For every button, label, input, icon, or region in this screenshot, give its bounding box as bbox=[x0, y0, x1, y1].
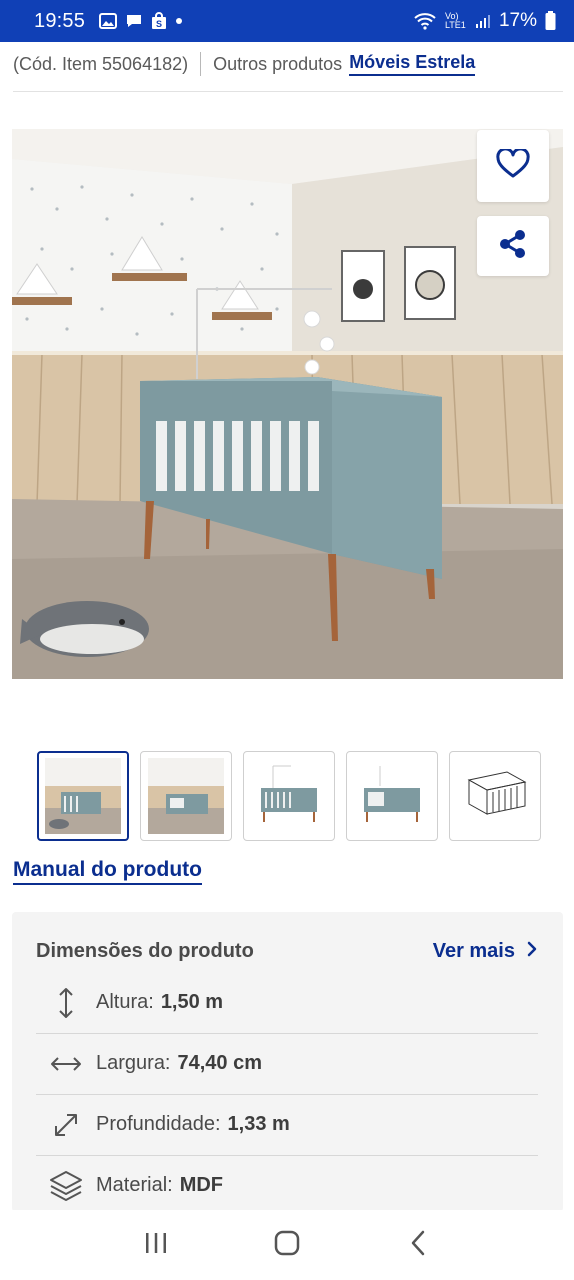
svg-text:S: S bbox=[156, 19, 162, 29]
dimension-row-width: Largura: 74,40 cm bbox=[36, 1033, 538, 1094]
thumbnail-2[interactable] bbox=[140, 751, 232, 841]
home-button[interactable] bbox=[257, 1220, 317, 1270]
recent-apps-icon bbox=[144, 1232, 168, 1259]
dimensions-card: Dimensões do produto Ver mais Altura: 1,… bbox=[12, 912, 563, 1212]
battery-icon bbox=[545, 11, 556, 31]
dimension-label: Profundidade: bbox=[96, 1113, 221, 1135]
divider bbox=[200, 52, 202, 76]
gallery-icon bbox=[99, 13, 118, 29]
see-more-label: Ver mais bbox=[432, 940, 515, 962]
dimension-row-depth: Profundidade: 1,33 m bbox=[36, 1094, 538, 1155]
home-icon bbox=[274, 1230, 300, 1261]
dimension-value: 74,40 cm bbox=[177, 1052, 263, 1074]
dimension-label: Material: bbox=[96, 1174, 173, 1196]
dimensions-title: Dimensões do produto bbox=[36, 940, 254, 962]
share-icon bbox=[498, 229, 528, 264]
product-image[interactable] bbox=[12, 129, 563, 679]
status-bar: 19:55 S Vo) LTE1 17% bbox=[0, 0, 574, 42]
status-right: Vo) LTE1 17% bbox=[413, 10, 556, 32]
dimension-row-material: Material: MDF bbox=[36, 1155, 538, 1216]
status-time: 19:55 bbox=[34, 9, 86, 32]
separator bbox=[13, 91, 563, 92]
battery-percent: 17% bbox=[498, 10, 537, 31]
dimension-row-height: Altura: 1,50 m bbox=[36, 972, 538, 1033]
thumbnail-1[interactable] bbox=[37, 751, 129, 841]
back-button[interactable] bbox=[388, 1220, 448, 1270]
product-manual-link[interactable]: Manual do produto bbox=[13, 858, 202, 885]
dimension-label: Largura: bbox=[96, 1052, 171, 1074]
dimension-value: 1,33 m bbox=[227, 1113, 290, 1135]
back-icon bbox=[410, 1230, 426, 1261]
wifi-icon bbox=[413, 12, 437, 30]
brand-link[interactable]: Móveis Estrela bbox=[349, 52, 476, 76]
see-more-button[interactable]: Ver mais bbox=[433, 940, 537, 963]
dot-icon bbox=[175, 17, 183, 25]
dimension-value: MDF bbox=[179, 1174, 224, 1196]
heart-icon bbox=[496, 146, 530, 184]
diagonal-arrows-icon bbox=[36, 1111, 96, 1139]
notification-icons: S bbox=[99, 12, 183, 30]
other-products-label: Outros produtos bbox=[213, 53, 343, 74]
thumbnail-5[interactable] bbox=[449, 751, 541, 841]
layers-icon bbox=[36, 1169, 96, 1203]
dimension-label: Altura: bbox=[96, 991, 154, 1013]
item-code: (Cód. Item 55064182) bbox=[13, 53, 189, 74]
share-button[interactable] bbox=[477, 216, 549, 276]
favorite-button[interactable] bbox=[477, 130, 549, 202]
horizontal-arrows-icon bbox=[36, 1054, 96, 1074]
thumbnail-strip bbox=[37, 751, 541, 841]
network-label: Vo) LTE1 bbox=[444, 11, 466, 30]
thumbnail-4[interactable] bbox=[346, 751, 438, 841]
recent-apps-button[interactable] bbox=[126, 1220, 186, 1270]
product-meta-row: (Cód. Item 55064182) Outros produtos Móv… bbox=[13, 50, 563, 78]
signal-icon bbox=[475, 13, 491, 29]
chevron-right-icon bbox=[527, 940, 537, 963]
shopping-bag-icon: S bbox=[151, 12, 167, 30]
vertical-arrows-icon bbox=[36, 986, 96, 1020]
system-navigation-bar bbox=[0, 1210, 574, 1280]
dimension-value: 1,50 m bbox=[160, 991, 224, 1013]
chat-icon bbox=[125, 13, 143, 29]
thumbnail-3[interactable] bbox=[243, 751, 335, 841]
